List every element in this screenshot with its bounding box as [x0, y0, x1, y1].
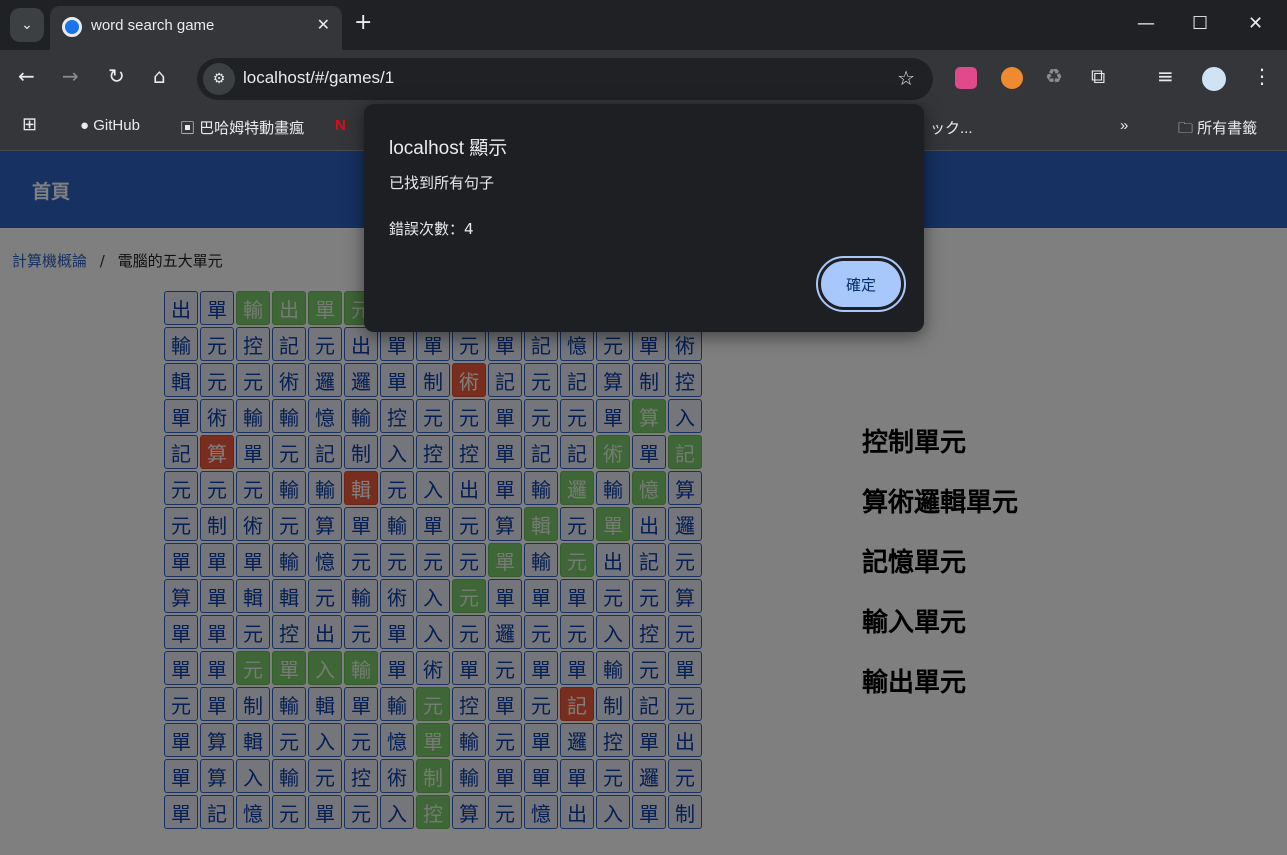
profile-avatar[interactable] — [1202, 67, 1226, 91]
more-bookmarks-icon[interactable]: » — [1120, 117, 1128, 134]
tab-search-button[interactable]: ⌄ — [10, 8, 44, 42]
alert-dialog: localhost 顯示 已找到所有句子 錯誤次數：4 確定 — [364, 104, 924, 332]
dialog-error-count: 錯誤次數：4 — [389, 220, 474, 238]
extension-orange-icon[interactable] — [1001, 67, 1023, 89]
translate-extension-icon[interactable] — [955, 67, 977, 89]
title-bar: ⌄ word search game ✕ + — ☐ ✕ — [0, 0, 1287, 50]
apps-grid-icon[interactable]: ⊞ — [22, 114, 37, 135]
bookmark-github[interactable]: ● GitHub — [80, 117, 140, 134]
close-window-icon[interactable]: ✕ — [1248, 13, 1263, 34]
address-bar[interactable]: ⚙ localhost/#/games/1 ☆ — [197, 58, 933, 100]
tab-favicon-icon — [62, 17, 82, 37]
forward-icon[interactable]: → — [62, 64, 79, 88]
bookmark-label: 巴哈姆特動畫瘋 — [199, 120, 305, 137]
browser-tab[interactable]: word search game ✕ — [50, 6, 342, 50]
all-bookmarks-folder[interactable]: 🗀 所有書籤 — [1178, 117, 1257, 143]
bookmark-label: GitHub — [93, 117, 140, 134]
bookmark-label: 所有書籤 — [1197, 120, 1258, 137]
dialog-title: localhost 顯示 — [389, 138, 508, 159]
site-info-icon[interactable]: ⚙ — [203, 63, 235, 95]
media-control-icon[interactable]: ≡ — [1157, 64, 1174, 88]
menu-kebab-icon[interactable]: ⋮ — [1252, 64, 1272, 88]
reload-icon[interactable]: ↻ — [108, 64, 125, 88]
bookmark-star-icon[interactable]: ☆ — [897, 66, 915, 90]
back-icon[interactable]: ← — [18, 64, 35, 88]
chevron-down-icon: ⌄ — [21, 17, 33, 33]
extensions-puzzle-icon[interactable]: ⧉ — [1091, 64, 1105, 88]
bookmark-label: ック... — [930, 120, 973, 137]
tab-title: word search game — [91, 17, 215, 34]
bookmark-truncated[interactable]: ック... — [930, 117, 973, 138]
ok-button[interactable]: 確定 — [816, 256, 906, 312]
url-text: localhost/#/games/1 — [243, 68, 395, 87]
recycle-extension-icon[interactable]: ♻ — [1045, 64, 1063, 88]
close-tab-icon[interactable]: ✕ — [317, 15, 330, 34]
bookmark-bahamut[interactable]: ▣ 巴哈姆特動畫瘋 — [180, 117, 304, 138]
maximize-icon[interactable]: ☐ — [1192, 13, 1208, 34]
new-tab-icon[interactable]: + — [354, 10, 372, 35]
browser-toolbar: ← → ↻ ⌂ ⚙ localhost/#/games/1 ☆ ♻ ⧉ ≡ ⋮ — [0, 50, 1287, 108]
home-icon[interactable]: ⌂ — [153, 64, 166, 88]
dialog-message: 已找到所有句子 — [389, 174, 495, 192]
minimize-icon[interactable]: — — [1137, 13, 1155, 34]
netflix-icon[interactable]: N — [335, 117, 346, 134]
